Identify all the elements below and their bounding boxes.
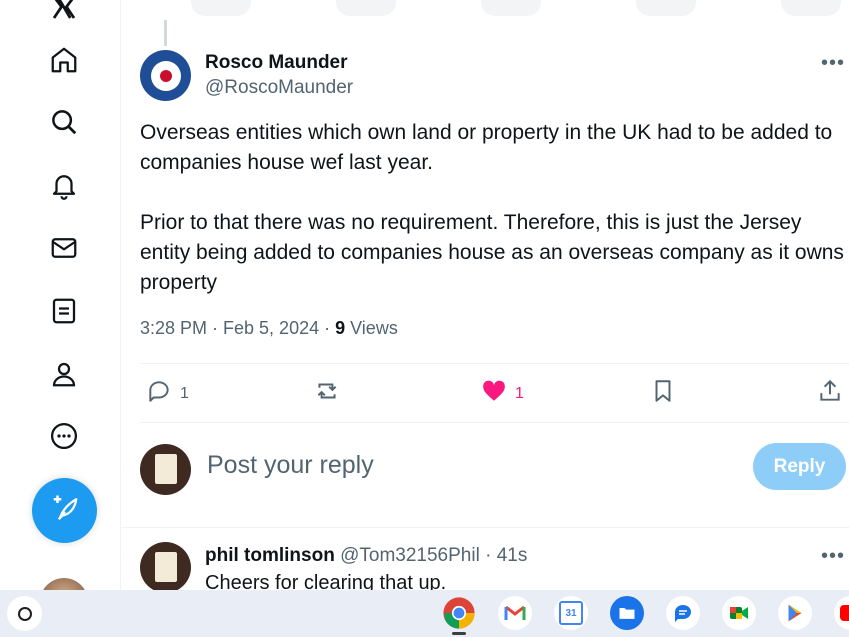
- reply-action[interactable]: 1: [146, 378, 189, 409]
- reply-text: Cheers for clearing that up.: [205, 572, 447, 590]
- tweet-timestamp[interactable]: 3:28 PM · Feb 5, 2024 ·: [140, 318, 335, 338]
- tweet-meta: 3:28 PM · Feb 5, 2024 · 9 Views: [140, 318, 398, 339]
- home-icon[interactable]: [44, 40, 84, 80]
- reply-author[interactable]: phil tomlinson @Tom32156Phil · 41s: [205, 545, 527, 567]
- like-action[interactable]: 1: [481, 378, 524, 409]
- tweet-paragraph: Overseas entities which own land or prop…: [140, 121, 833, 174]
- os-shelf: 31: [0, 590, 849, 637]
- my-avatar: [140, 444, 191, 495]
- reply-count: 1: [180, 384, 189, 402]
- bookmark-action[interactable]: [650, 378, 676, 409]
- messages-icon[interactable]: [44, 228, 84, 268]
- youtube-icon[interactable]: [834, 596, 849, 630]
- heart-icon: [481, 378, 507, 409]
- author-name[interactable]: Rosco Maunder: [205, 52, 348, 74]
- thread-line: [164, 20, 167, 46]
- comment-icon: [146, 378, 172, 409]
- repost-icon: [314, 378, 340, 409]
- views-count: 9: [335, 318, 346, 338]
- files-icon[interactable]: [610, 596, 644, 630]
- more-options-icon[interactable]: •••: [821, 52, 845, 75]
- meet-icon[interactable]: [722, 596, 756, 630]
- gmail-icon[interactable]: [498, 596, 532, 630]
- calendar-icon[interactable]: 31: [554, 596, 588, 630]
- messages-app-icon[interactable]: [666, 596, 700, 630]
- more-icon[interactable]: [44, 416, 84, 456]
- compose-button[interactable]: [32, 478, 97, 543]
- divider: [121, 527, 849, 528]
- action-bar: 1 1: [140, 363, 849, 423]
- previous-post-actions: [121, 0, 849, 20]
- main-column: Rosco Maunder @RoscoMaunder ••• Overseas…: [121, 0, 849, 590]
- share-icon: [817, 378, 843, 409]
- launcher-button[interactable]: [7, 596, 42, 631]
- reply-button[interactable]: Reply: [753, 443, 846, 490]
- bookmark-icon: [650, 378, 676, 409]
- calendar-day: 31: [559, 601, 583, 625]
- share-action[interactable]: [817, 378, 843, 409]
- profile-icon[interactable]: [44, 354, 84, 394]
- search-icon[interactable]: [44, 102, 84, 142]
- author-handle[interactable]: @RoscoMaunder: [205, 77, 353, 99]
- views-label: Views: [345, 318, 398, 338]
- reply-author-name[interactable]: phil tomlinson: [205, 545, 335, 566]
- notifications-icon[interactable]: [44, 165, 84, 205]
- repost-action[interactable]: [314, 378, 340, 409]
- chrome-icon[interactable]: [442, 596, 476, 630]
- reply-author-avatar[interactable]: [140, 542, 191, 590]
- author-avatar[interactable]: [140, 50, 191, 101]
- tweet-paragraph: Prior to that there was no requirement. …: [140, 211, 844, 294]
- feather-plus-icon: [50, 493, 80, 528]
- more-options-icon[interactable]: •••: [821, 545, 845, 568]
- reply-input[interactable]: Post your reply: [207, 451, 374, 480]
- active-app-indicator: [452, 632, 466, 635]
- reply-handle-time: @Tom32156Phil · 41s: [334, 545, 528, 566]
- play-store-icon[interactable]: [778, 596, 812, 630]
- tweet-text: Overseas entities which own land or prop…: [140, 118, 845, 298]
- lists-icon[interactable]: [44, 291, 84, 331]
- like-count: 1: [515, 384, 524, 402]
- x-logo-icon[interactable]: [44, 0, 84, 28]
- left-nav: [0, 0, 121, 602]
